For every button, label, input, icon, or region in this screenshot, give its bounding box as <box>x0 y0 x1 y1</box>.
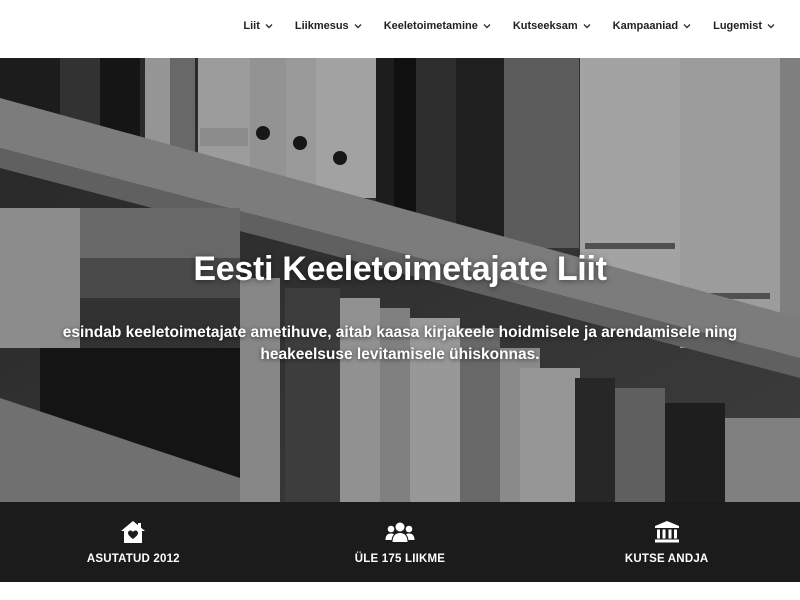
chevron-down-icon <box>683 22 691 30</box>
feature-founded: ASUTATUD 2012 <box>0 502 267 582</box>
nav-item-label: Liit <box>243 20 260 32</box>
nav-item-label: Keeletoimetamine <box>383 20 478 32</box>
page-bottom-strip <box>0 582 800 600</box>
feature-label: KUTSE ANDJA <box>624 553 709 565</box>
feature-label: ÜLE 175 LIIKME <box>354 553 446 565</box>
nav-item-label: Kampaaniad <box>612 20 679 32</box>
nav-item-label: Liikmesus <box>294 20 349 32</box>
users-icon <box>385 519 415 545</box>
chevron-down-icon <box>767 22 775 30</box>
features-bar: ASUTATUD 2012 ÜLE 175 LIIKME KUTSE ANDJA <box>0 502 800 582</box>
feature-label: ASUTATUD 2012 <box>86 553 180 565</box>
nav-item-label: Kutseeksam <box>512 20 578 32</box>
chevron-down-icon <box>583 22 591 30</box>
home-heart-icon <box>118 519 148 545</box>
nav-item-liit[interactable]: Liit <box>232 20 284 32</box>
landmark-icon <box>652 519 682 545</box>
nav-item-lugemist[interactable]: Lugemist <box>702 20 786 32</box>
nav-item-keeletoimetamine[interactable]: Keeletoimetamine <box>373 20 502 32</box>
nav-item-kampaaniad[interactable]: Kampaaniad <box>602 20 702 32</box>
main-nav: Liit Liikmesus Keeletoimetamine Kutseeks… <box>232 0 786 52</box>
feature-members: ÜLE 175 LIIKME <box>267 502 534 582</box>
hero-subtitle: esindab keeletoimetajate ametihuve, aita… <box>62 324 738 363</box>
chevron-down-icon <box>483 22 491 30</box>
site-header: Liit Liikmesus Keeletoimetamine Kutseeks… <box>0 0 800 58</box>
nav-item-kutseeksam[interactable]: Kutseeksam <box>502 20 602 32</box>
feature-certification: KUTSE ANDJA <box>533 502 800 582</box>
hero-section: Eesti Keeletoimetajate Liit esindab keel… <box>0 58 800 502</box>
chevron-down-icon <box>354 22 362 30</box>
nav-item-label: Lugemist <box>713 20 762 32</box>
hero-title: Eesti Keeletoimetajate Liit <box>193 250 607 288</box>
nav-item-liikmesus[interactable]: Liikmesus <box>284 20 373 32</box>
chevron-down-icon <box>265 22 273 30</box>
